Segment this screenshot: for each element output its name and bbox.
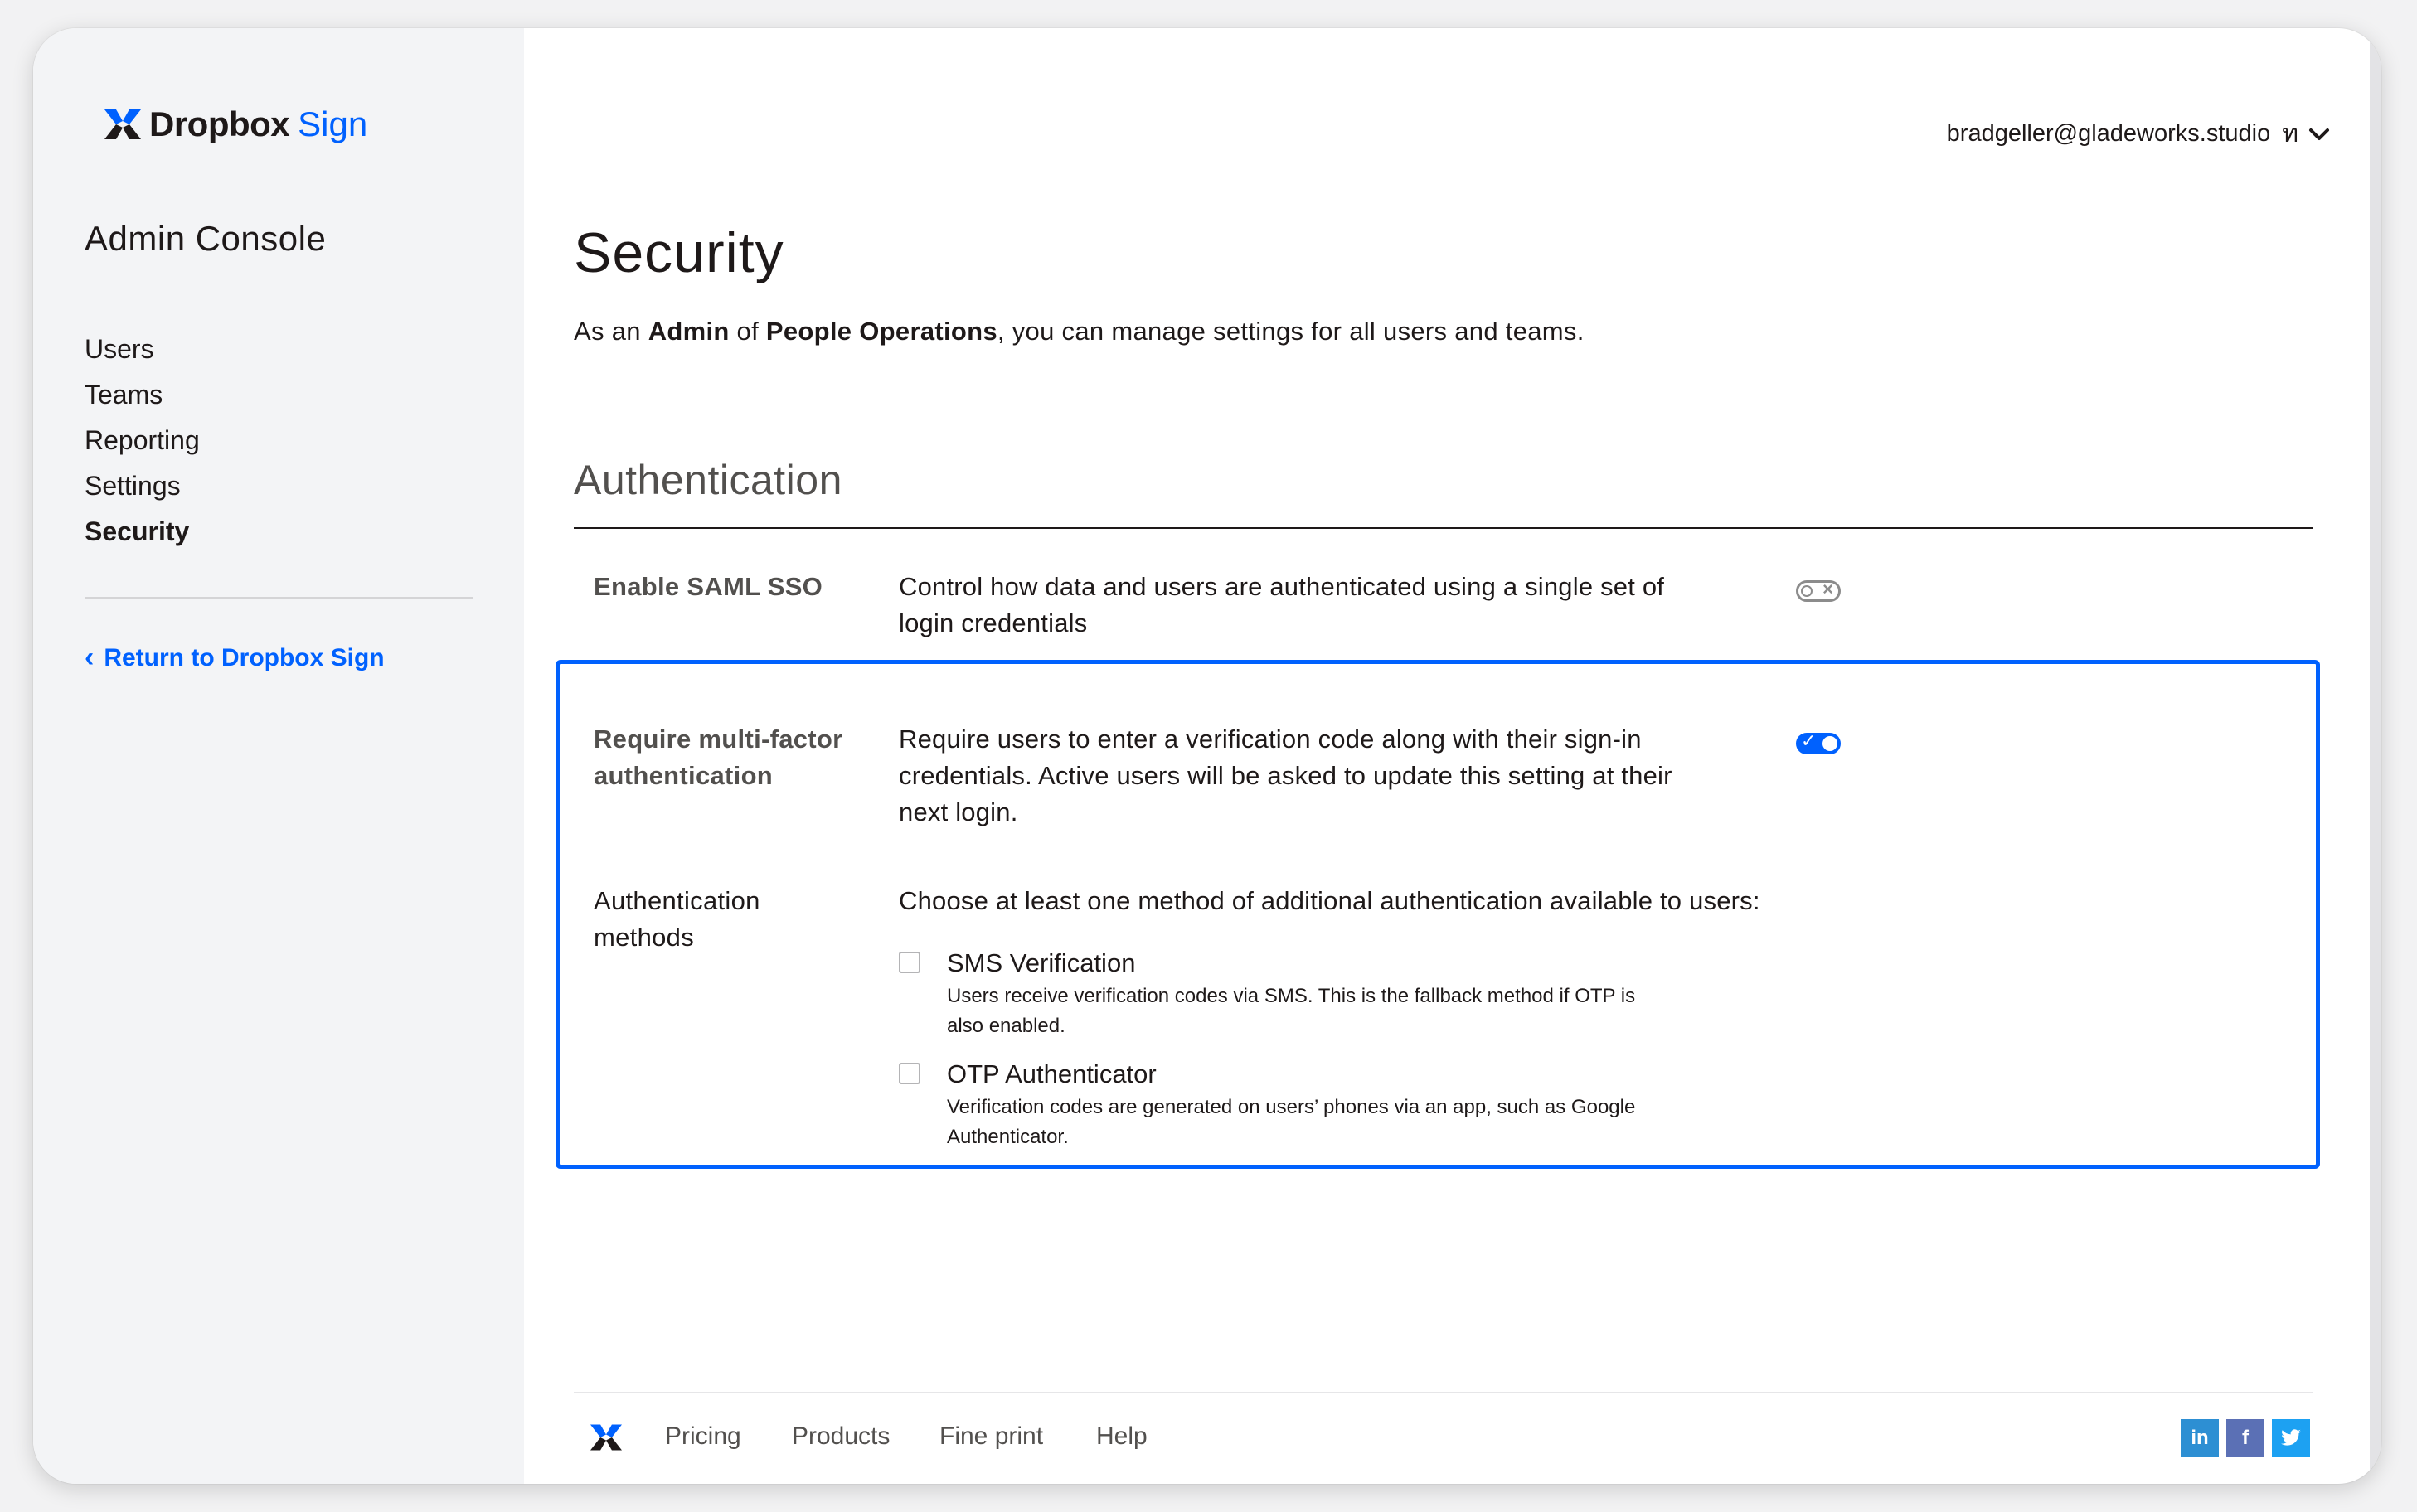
desc-mid: of (729, 317, 766, 346)
account-menu[interactable]: bradgeller@gladeworks.studio ท (1947, 114, 2330, 153)
page-title: Security (574, 221, 784, 284)
return-to-dropbox-sign-link[interactable]: ‹ Return to Dropbox Sign (85, 642, 385, 674)
section-title-authentication: Authentication (574, 457, 842, 503)
mfa-desc-line3: next login. (899, 797, 1018, 826)
app-window: Dropbox Sign Admin Console Users Teams R… (33, 28, 2381, 1484)
mfa-label-line1: Require multi-factor (594, 724, 843, 754)
auth-methods-label-line1: Authentication (594, 886, 760, 915)
brand-product: Sign (298, 104, 368, 143)
auth-methods-intro: Choose at least one method of additional… (899, 886, 1760, 915)
x-icon: × (1822, 579, 1833, 599)
sidebar-divider (85, 597, 473, 598)
sidebar-item-security[interactable]: Security (85, 509, 200, 555)
desc-role: Admin (648, 317, 730, 346)
page-description: As an Admin of People Operations, you ca… (574, 317, 1585, 346)
saml-desc-line2: login credentials (899, 608, 1088, 637)
mfa-desc-line1: Require users to enter a verification co… (899, 724, 1642, 754)
saml-desc-line1: Control how data and users are authentic… (899, 572, 1665, 601)
dropbox-logo-icon (104, 109, 141, 139)
otp-authenticator-title: OTP Authenticator (947, 1059, 1157, 1088)
toggle-knob (1822, 736, 1837, 751)
facebook-icon[interactable]: f (2226, 1419, 2264, 1457)
sidebar-item-settings[interactable]: Settings (85, 463, 200, 509)
dropbox-logo-icon[interactable] (590, 1422, 622, 1452)
auth-methods-label-line2: methods (594, 923, 694, 952)
saml-sso-toggle[interactable]: × (1796, 579, 1841, 602)
saml-description: Control how data and users are authentic… (899, 569, 1664, 642)
sms-help-line2: also enabled. (947, 1015, 1065, 1037)
sms-verification-help: Users receive verification codes via SMS… (947, 981, 1635, 1041)
sidebar-item-teams[interactable]: Teams (85, 372, 200, 418)
chevron-down-icon (2309, 128, 2329, 140)
otp-help-line2: Authenticator. (947, 1126, 1069, 1148)
admin-console-title: Admin Console (85, 219, 327, 258)
auth-methods-label: Authentication methods (594, 883, 760, 956)
footer-link-pricing[interactable]: Pricing (665, 1422, 741, 1451)
section-divider (574, 527, 2313, 529)
mfa-toggle[interactable]: ✓ (1796, 730, 1841, 754)
desc-team: People Operations (765, 317, 997, 346)
footer-link-help[interactable]: Help (1096, 1422, 1148, 1451)
otp-help-line1: Verification codes are generated on user… (947, 1096, 1636, 1118)
account-glyph: ท (2282, 120, 2298, 148)
dropbox-sign-logo[interactable]: Dropbox Sign (104, 104, 367, 144)
account-email: bradgeller@gladeworks.studio (1946, 120, 2271, 147)
desc-suffix: , you can manage settings for all users … (997, 317, 1585, 346)
mfa-description: Require users to enter a verification co… (899, 721, 1672, 831)
checkmark-icon: ✓ (1801, 730, 1817, 751)
toggle-knob (1801, 585, 1813, 597)
sidebar-nav: Users Teams Reporting Settings Security (85, 327, 200, 555)
otp-authenticator-help: Verification codes are generated on user… (947, 1093, 1635, 1152)
sidebar-item-users[interactable]: Users (85, 327, 200, 372)
return-link-label: Return to Dropbox Sign (104, 643, 385, 671)
footer-link-fine-print[interactable]: Fine print (939, 1422, 1043, 1451)
otp-authenticator-checkbox[interactable] (899, 1063, 920, 1084)
chevron-left-icon: ‹ (85, 642, 95, 673)
brand-name: Dropbox (149, 104, 290, 143)
footer-divider (574, 1392, 2313, 1393)
sms-help-line1: Users receive verification codes via SMS… (947, 985, 1636, 1007)
twitter-icon[interactable] (2272, 1419, 2310, 1457)
twitter-bird-icon (2281, 1429, 2301, 1446)
saml-label: Enable SAML SSO (594, 572, 823, 601)
linkedin-icon[interactable]: in (2181, 1419, 2219, 1457)
desc-prefix: As an (574, 317, 648, 346)
sms-verification-title: SMS Verification (947, 948, 1136, 977)
window-scrollbar[interactable] (2370, 28, 2381, 1484)
mfa-desc-line2: credentials. Active users will be asked … (899, 761, 1672, 790)
mfa-label-line2: authentication (594, 761, 774, 790)
sms-verification-checkbox[interactable] (899, 952, 920, 973)
sidebar-item-reporting[interactable]: Reporting (85, 418, 200, 463)
footer-link-products[interactable]: Products (792, 1422, 890, 1451)
sidebar: Dropbox Sign Admin Console Users Teams R… (33, 28, 524, 1484)
mfa-label: Require multi-factor authentication (594, 721, 843, 794)
